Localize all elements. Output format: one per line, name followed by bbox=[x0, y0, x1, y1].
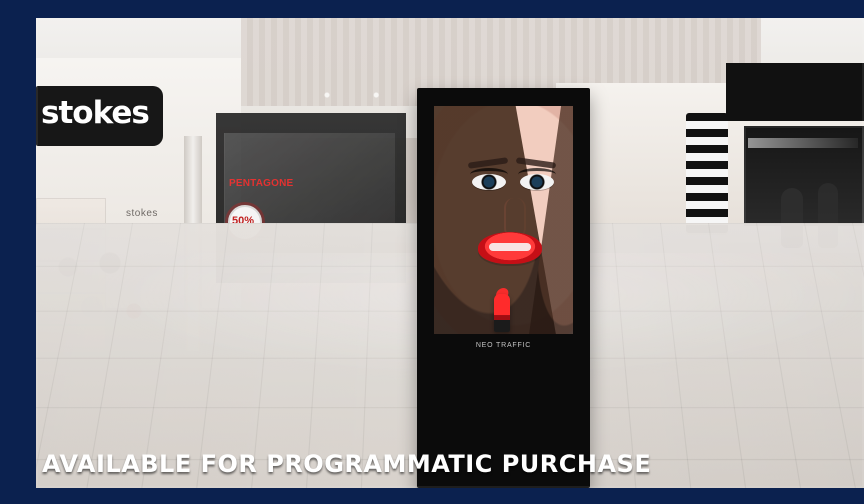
eye-left bbox=[472, 174, 506, 190]
stokes-window-text: stokes bbox=[126, 208, 158, 219]
striped-pillar bbox=[686, 113, 728, 233]
pentagone-sign: PENTAGONE bbox=[229, 178, 293, 189]
framed-photo: stokes stokes PENTAGONE 50% NEO TRAFFIC … bbox=[0, 0, 864, 504]
model-teeth bbox=[489, 243, 531, 251]
lipstick bbox=[494, 294, 510, 332]
mall-photo: stokes stokes PENTAGONE 50% NEO TRAFFIC bbox=[36, 18, 864, 488]
caption: AVAILABLE FOR PROGRAMMATIC PURCHASE bbox=[42, 450, 651, 478]
stokes-sign-text: stokes bbox=[41, 92, 153, 134]
eye-right bbox=[520, 174, 554, 190]
digital-kiosk: NEO TRAFFIC bbox=[417, 88, 590, 488]
kiosk-screen bbox=[434, 106, 573, 334]
right-dark-band bbox=[726, 63, 864, 121]
stokes-sign: stokes bbox=[36, 86, 163, 146]
store-lighting bbox=[748, 138, 858, 148]
kiosk-logo: NEO TRAFFIC bbox=[417, 342, 590, 349]
